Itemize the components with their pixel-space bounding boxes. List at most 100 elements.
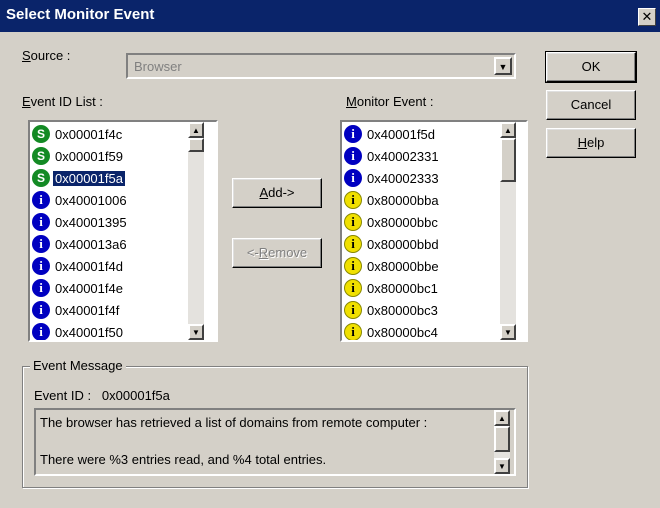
list-item-label: 0x80000bbc (367, 214, 438, 230)
ok-button-label: OK (581, 59, 601, 74)
list-item[interactable]: i 0x80000bbe (342, 255, 508, 277)
event-id-detail-value: 0x00001f5a (101, 388, 170, 403)
remove-button-mnemonic: R (258, 245, 269, 260)
list-item-label: 0x80000bbe (367, 258, 439, 274)
list-item-label: 0x40001f5d (367, 126, 435, 142)
cancel-button[interactable]: Cancel (546, 90, 636, 120)
chevron-down-icon[interactable]: ▼ (494, 57, 512, 75)
help-button-mnemonic: H (577, 135, 588, 150)
warning-icon: i (344, 235, 362, 253)
remove-button-label: emove (268, 245, 308, 260)
event-id-scrollbar[interactable]: ▲ ▼ (188, 122, 204, 340)
window-title: Select Monitor Event (6, 6, 155, 23)
ok-button[interactable]: OK (545, 51, 637, 83)
info-icon: i (32, 323, 50, 340)
list-item[interactable]: i 0x80000bbd (342, 233, 508, 255)
info-icon: i (32, 279, 50, 297)
list-item[interactable]: S 0x00001f4c (30, 123, 198, 145)
monitor-event-label-rest: onitor Event : (356, 94, 434, 109)
warning-icon: i (344, 323, 362, 340)
info-icon: i (344, 125, 362, 143)
remove-button-prefix: <- (246, 245, 259, 260)
list-item[interactable]: i 0x40001006 (30, 189, 198, 211)
event-message-textbox[interactable]: The browser has retrieved a list of doma… (34, 408, 516, 476)
title-bar: Select Monitor Event (0, 0, 660, 32)
scroll-thumb[interactable] (500, 138, 516, 182)
list-item[interactable]: i 0x80000bc1 (342, 277, 508, 299)
event-message-group-title: Event Message (30, 358, 126, 373)
source-label-mnemonic: S (22, 48, 31, 63)
source-value: Browser (134, 59, 182, 74)
list-item[interactable]: i 0x40001f4d (30, 255, 198, 277)
help-button[interactable]: Help (546, 128, 636, 158)
event-message-line: There were %3 entries read, and %4 total… (40, 452, 327, 467)
event-id-detail-label: Event ID : (34, 388, 92, 403)
list-item[interactable]: i 0x80000bc4 (342, 321, 508, 340)
warning-icon: i (344, 257, 362, 275)
list-item-label: 0x40001f4e (55, 280, 123, 296)
event-id-list-label: Event ID List : (22, 94, 103, 109)
list-item-label: 0x40002333 (367, 170, 439, 186)
list-item[interactable]: i 0x40002333 (342, 167, 508, 189)
list-item[interactable]: i 0x40001f4f (30, 299, 198, 321)
scroll-down-icon[interactable]: ▼ (188, 324, 204, 340)
scroll-up-icon[interactable]: ▲ (494, 410, 510, 426)
source-label: Source : (22, 48, 70, 63)
list-item[interactable]: i 0x40001f5d (342, 123, 508, 145)
close-icon[interactable]: ✕ (638, 8, 656, 26)
monitor-event-scrollbar[interactable]: ▲ ▼ (500, 122, 516, 340)
scroll-thumb[interactable] (494, 426, 510, 452)
help-button-label: elp (587, 135, 605, 150)
list-item[interactable]: S 0x00001f5a (30, 167, 198, 189)
warning-icon: i (344, 301, 362, 319)
scroll-down-icon[interactable]: ▼ (500, 324, 516, 340)
list-item[interactable]: i 0x40001f50 (30, 321, 198, 340)
event-id-detail: Event ID : 0x00001f5a (34, 388, 170, 403)
list-item[interactable]: i 0x40001f4e (30, 277, 198, 299)
list-item-label: 0x80000bc1 (367, 280, 438, 296)
info-icon: i (344, 169, 362, 187)
event-message-line: The browser has retrieved a list of doma… (40, 415, 428, 430)
remove-button[interactable]: <-Remove (232, 238, 322, 268)
scroll-up-icon[interactable]: ▲ (188, 122, 204, 138)
list-item[interactable]: i 0x80000bc3 (342, 299, 508, 321)
list-item-label: 0x80000bc4 (367, 324, 438, 340)
list-item[interactable]: i 0x80000bbc (342, 211, 508, 233)
list-item[interactable]: i 0x40002331 (342, 145, 508, 167)
scroll-down-icon[interactable]: ▼ (494, 458, 510, 474)
warning-icon: i (344, 213, 362, 231)
list-item-label: 0x40001f4f (55, 302, 120, 318)
list-item-label: 0x80000bba (367, 192, 439, 208)
add-button-mnemonic: A (259, 185, 269, 200)
list-item[interactable]: i 0x80000bba (342, 189, 508, 211)
list-item-label: 0x40001006 (55, 192, 127, 208)
list-item-label: 0x00001f5a (53, 170, 125, 186)
info-icon: i (344, 147, 362, 165)
list-item-label: 0x00001f59 (55, 148, 123, 164)
event-message-scrollbar[interactable]: ▲ ▼ (494, 410, 510, 474)
list-item-label: 0x80000bc3 (367, 302, 438, 318)
scroll-up-icon[interactable]: ▲ (500, 122, 516, 138)
list-item-label: 0x80000bbd (367, 236, 439, 252)
add-button[interactable]: Add-> (232, 178, 322, 208)
scroll-thumb[interactable] (188, 138, 204, 152)
add-button-label: dd-> (268, 185, 295, 200)
monitor-event-label: Monitor Event : (346, 94, 433, 109)
cancel-button-label: Cancel (570, 97, 612, 112)
list-item[interactable]: S 0x00001f59 (30, 145, 198, 167)
success-icon: S (32, 169, 50, 187)
info-icon: i (32, 191, 50, 209)
list-item-label: 0x40002331 (367, 148, 439, 164)
list-item[interactable]: i 0x40001395 (30, 211, 198, 233)
list-item-label: 0x40001f50 (55, 324, 123, 340)
list-item-label: 0x40001395 (55, 214, 127, 230)
info-icon: i (32, 301, 50, 319)
warning-icon: i (344, 191, 362, 209)
info-icon: i (32, 257, 50, 275)
warning-icon: i (344, 279, 362, 297)
source-combobox[interactable]: Browser (126, 53, 516, 79)
source-label-rest: ource : (30, 48, 71, 63)
list-item[interactable]: i 0x400013a6 (30, 233, 198, 255)
event-id-list-label-rest: vent ID List : (30, 94, 103, 109)
event-id-list-label-mnemonic: E (22, 94, 31, 109)
